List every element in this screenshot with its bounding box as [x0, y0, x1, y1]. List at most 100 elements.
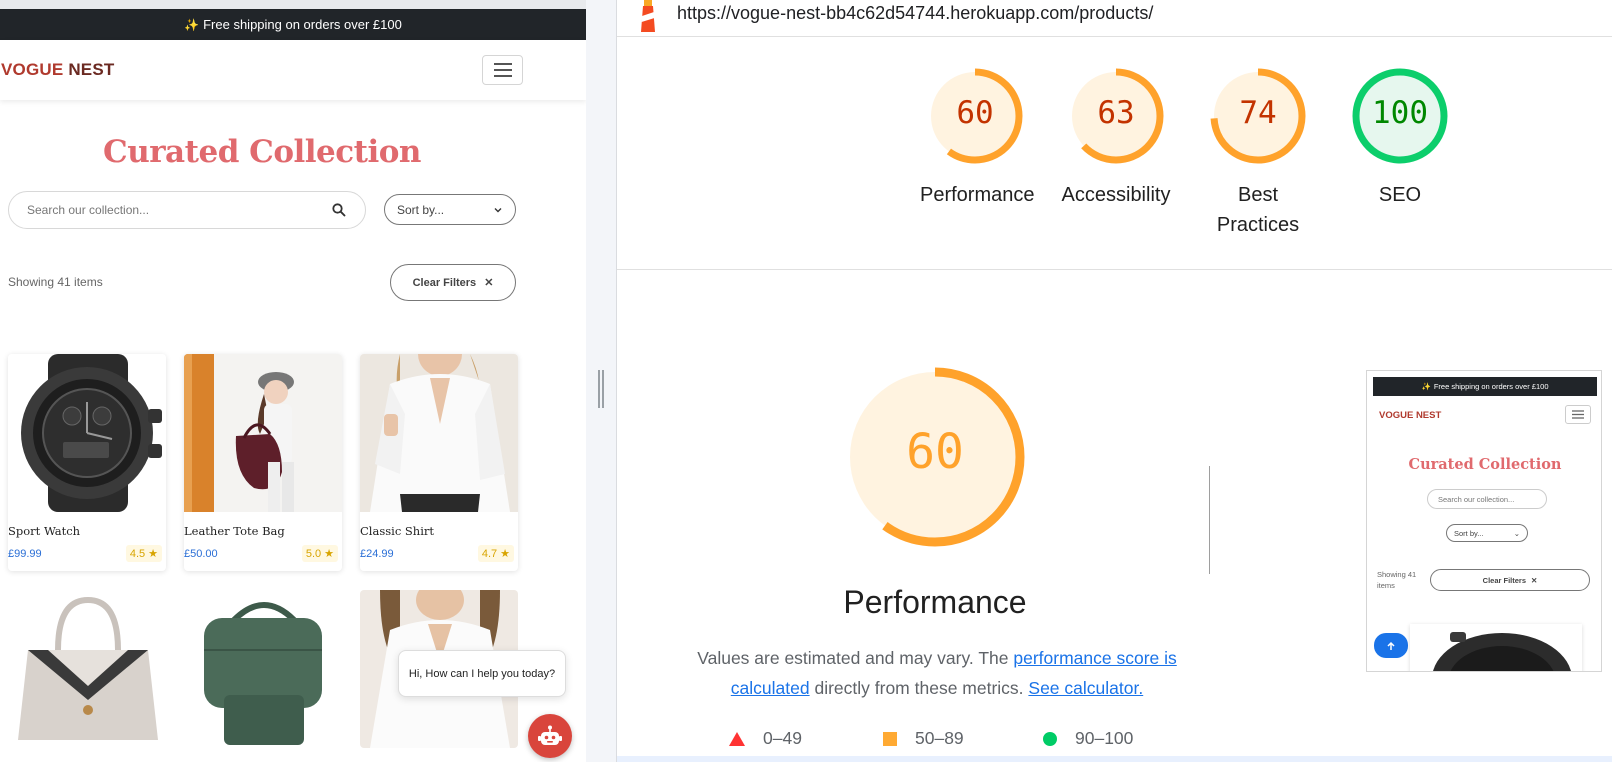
square-icon: [883, 731, 897, 746]
performance-score-value: 60: [906, 424, 964, 480]
see-calculator-link[interactable]: See calculator.: [1028, 678, 1143, 698]
score-label-line1: Accessibility: [1061, 184, 1171, 206]
close-icon: ✕: [484, 277, 494, 289]
chevron-down-icon: [494, 207, 502, 212]
score-value: 63: [1097, 95, 1135, 131]
chatbot-button[interactable]: [528, 714, 572, 758]
gauge-accessibility[interactable]: 63 Accessibility: [1061, 66, 1171, 210]
sort-select[interactable]: Sort by...: [384, 194, 516, 225]
product-price: £99.99: [8, 548, 42, 560]
pane-resize-handle[interactable]: [598, 370, 604, 408]
score-label: SEO: [1345, 180, 1455, 210]
thumb-product-image: [1410, 624, 1582, 671]
hamburger-line: [493, 63, 512, 65]
site-preview-pane: ✨ Free shipping on orders over £100 VOGU…: [0, 0, 586, 762]
thumb-banner: ✨ Free shipping on orders over £100: [1373, 377, 1597, 396]
rating-value: 5.0: [305, 547, 322, 560]
thumb-menu-icon: [1565, 405, 1591, 424]
robot-icon: [538, 725, 562, 745]
legend-fail: 0–49: [729, 728, 802, 749]
performance-heading: Performance: [843, 584, 1027, 620]
gauge-best-practices[interactable]: 74 Best Practices: [1203, 66, 1313, 240]
rating-value: 4.5: [129, 547, 146, 560]
product-name[interactable]: Sport Watch: [8, 524, 80, 538]
triangle-icon: [729, 731, 745, 746]
sport-watch-image[interactable]: [8, 354, 166, 512]
navbar: VOGUE NEST: [0, 40, 586, 100]
score-label: Accessibility: [1061, 180, 1171, 210]
handbag-image[interactable]: [8, 590, 166, 748]
sparkles-icon: ✨: [184, 17, 200, 32]
thumb-clear-text: Clear Filters: [1482, 575, 1527, 585]
duffel-bag-image[interactable]: [184, 590, 342, 748]
shipping-banner: ✨ Free shipping on orders over £100: [0, 9, 586, 40]
legend-range: 50–89: [915, 728, 964, 748]
legend-range: 90–100: [1075, 728, 1134, 748]
lighthouse-report-pane: https://vogue-nest-bb4c62d54744.herokuap…: [617, 0, 1612, 762]
legend-pass: 90–100: [1043, 728, 1133, 749]
star-icon: ★: [500, 548, 510, 560]
thumb-banner-text: Free shipping on orders over £100: [1433, 382, 1549, 391]
clear-filters-button[interactable]: Clear Filters ✕: [390, 264, 516, 301]
score-label: Performance: [920, 180, 1035, 210]
legend-average: 50–89: [883, 728, 964, 749]
product-name[interactable]: Classic Shirt: [360, 524, 434, 538]
product-card[interactable]: Classic Shirt £24.99 4.7 ★: [360, 354, 518, 571]
rating-value: 4.7: [481, 547, 498, 560]
brand-part-1: VOGUE: [1, 60, 64, 79]
desc-prefix: Values are estimated and may vary. The: [697, 648, 1014, 668]
gauge-performance[interactable]: 60 Performance: [920, 66, 1035, 210]
bottom-strip: [617, 756, 1612, 762]
search-icon[interactable]: [331, 202, 347, 218]
thumb-brand-text: VOGUE NEST: [1379, 410, 1442, 421]
performance-description: Values are estimated and may vary. The p…: [687, 643, 1187, 703]
product-name[interactable]: Leather Tote Bag: [184, 524, 285, 538]
report-url-bar: https://vogue-nest-bb4c62d54744.herokuap…: [617, 0, 1612, 37]
clear-filters-label: Clear Filters: [412, 276, 477, 289]
product-rating: 4.7 ★: [477, 545, 514, 562]
hamburger-line: [493, 75, 512, 77]
chat-greeting-bubble: Hi, How can I help you today?: [398, 650, 566, 697]
report-url[interactable]: https://vogue-nest-bb4c62d54744.herokuap…: [677, 3, 1153, 24]
results-count: Showing 41 items: [8, 275, 103, 289]
score-value: 60: [956, 95, 994, 131]
sparkles-icon: ✨: [1421, 382, 1431, 391]
score-label-line1: Performance: [920, 184, 1035, 206]
thumb-search: Search our collection...: [1427, 489, 1547, 509]
gauge-seo[interactable]: 100 SEO: [1345, 66, 1455, 210]
performance-gauge-large: 60: [842, 364, 1028, 550]
thumb-search-text: Search our collection...: [1438, 494, 1515, 504]
star-icon: ★: [148, 548, 158, 560]
score-label-line2: Practices: [1216, 214, 1300, 236]
chat-greeting-text: Hi, How can I help you today?: [408, 667, 556, 680]
page-screenshot-thumbnail[interactable]: ✨ Free shipping on orders over £100 VOGUE…: [1366, 370, 1602, 672]
classic-shirt-image[interactable]: [360, 354, 518, 512]
score-label-line1: SEO: [1378, 184, 1422, 206]
chevron-down-icon: ⌄: [1513, 528, 1520, 538]
score-label: Best Practices: [1203, 180, 1313, 240]
product-card[interactable]: Leather Tote Bag £50.00 5.0 ★: [184, 354, 342, 571]
score-label-line1: Best: [1237, 184, 1279, 206]
product-rating: 5.0 ★: [301, 545, 338, 562]
hamburger-line: [493, 69, 512, 71]
lighthouse-icon: [641, 0, 655, 32]
thumb-scroll-up-button: [1374, 633, 1408, 658]
desc-mid: directly from these metrics.: [809, 678, 1029, 698]
search-input[interactable]: Search our collection...: [8, 191, 366, 229]
arrow-up-icon: [1387, 641, 1395, 650]
page-title: Curated Collection: [103, 134, 421, 170]
score-value: 100: [1372, 95, 1428, 131]
star-icon: ★: [324, 548, 334, 560]
product-rating: 4.5 ★: [125, 545, 162, 562]
sort-label: Sort by...: [397, 202, 445, 217]
product-card[interactable]: Sport Watch £99.99 4.5 ★: [8, 354, 166, 571]
thumb-showing: Showing 41 items: [1377, 570, 1417, 590]
thumb-sort: Sort by... ⌄: [1446, 524, 1528, 542]
legend-range: 0–49: [763, 728, 802, 748]
menu-toggle-button[interactable]: [482, 55, 523, 85]
close-icon: ✕: [1531, 575, 1538, 585]
leather-tote-bag-image[interactable]: [184, 354, 342, 512]
product-price: £50.00: [184, 548, 218, 560]
brand-logo[interactable]: VOGUE NEST: [1, 60, 114, 80]
search-placeholder: Search our collection...: [27, 203, 150, 217]
